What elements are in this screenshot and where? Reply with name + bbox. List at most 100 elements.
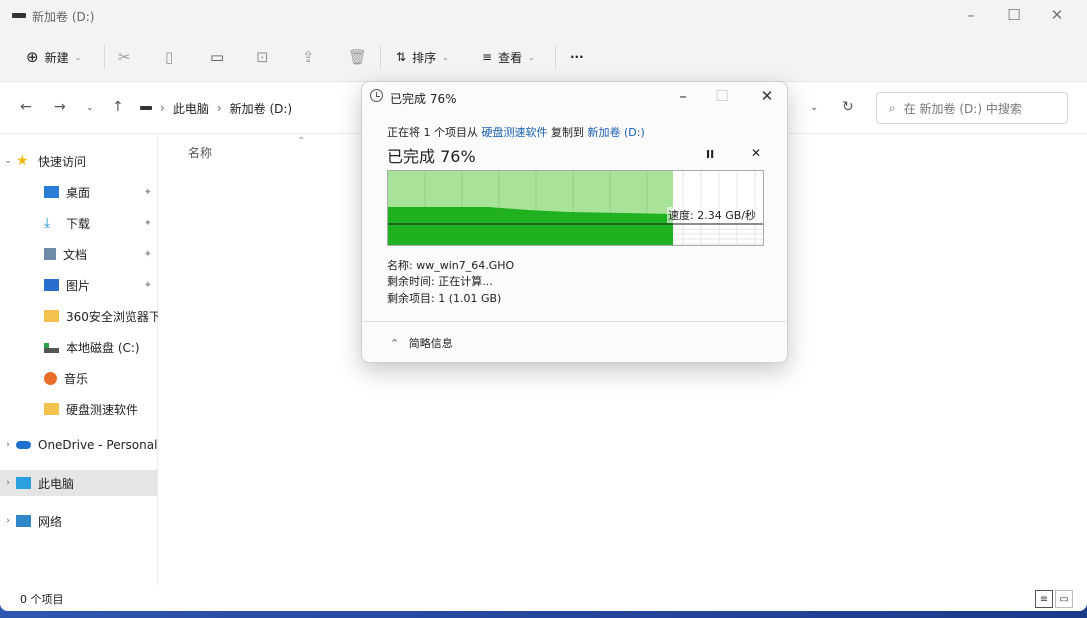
breadcrumb-chevron-icon: › <box>160 101 165 115</box>
quick-access-label: 快速访问 <box>38 154 87 169</box>
dialog-minimize-button[interactable]: – <box>668 86 698 106</box>
destination-link[interactable]: 新加卷 (D:) <box>588 126 645 139</box>
clock-icon <box>370 89 383 102</box>
copy-prefix: 正在将 1 个项目从 <box>387 126 478 139</box>
less-details-toggle[interactable]: ⌃ 简略信息 <box>390 335 453 351</box>
copy-icon[interactable]: ▯ <box>165 46 173 68</box>
pin-icon[interactable]: ✦ <box>144 280 152 291</box>
command-bar: ⊕ 新建 ⌄ ✂ ▯ ▭ ⊡ ⇪ 🗑 ⇅ 排序 ⌄ ≡ 查看 ⌄ ··· <box>0 32 1087 82</box>
cut-icon[interactable]: ✂ <box>118 46 131 68</box>
breadcrumb-this-pc[interactable]: 此电脑 <box>173 100 209 117</box>
search-input[interactable]: ⌕ 在 新加卷 (D:) 中搜索 <box>876 92 1068 124</box>
status-bar: 0 个项目 ≡ ▭ <box>0 586 1087 611</box>
document-icon <box>44 248 56 260</box>
sidebar-item-label: 桌面 <box>66 185 91 200</box>
pin-icon[interactable]: ✦ <box>144 187 152 198</box>
items-remaining: 剩余项目: 1 (1.01 GB) <box>387 292 502 305</box>
chevron-right-icon: › <box>6 516 10 526</box>
sort-label: 排序 <box>412 50 437 65</box>
sort-ascending-icon: ⌃ <box>297 136 306 147</box>
search-placeholder: 在 新加卷 (D:) 中搜索 <box>903 101 1022 116</box>
drive-icon <box>140 106 152 110</box>
item-count: 0 个项目 <box>20 592 64 606</box>
share-icon[interactable]: ⇪ <box>302 46 315 68</box>
sidebar-item-label: 文档 <box>63 247 88 262</box>
more-options-button[interactable]: ··· <box>570 46 584 68</box>
rename-icon[interactable]: ⊡ <box>256 46 269 68</box>
sidebar-item-disk-speed-tools[interactable]: 硬盘测速软件 <box>0 396 158 422</box>
sidebar-item-this-pc[interactable]: › 此电脑 <box>0 470 158 496</box>
folder-icon <box>44 310 59 322</box>
desktop-icon <box>44 186 59 198</box>
time-remaining: 剩余时间: 正在计算... <box>387 275 493 288</box>
view-icon: ≡ <box>482 50 493 64</box>
sidebar-item-onedrive[interactable]: › OneDrive - Personal <box>0 432 158 458</box>
sidebar-item-label: 图片 <box>66 278 91 293</box>
sidebar-item-downloads[interactable]: ⤓ 下载 ✦ <box>0 210 158 236</box>
sidebar-item-desktop[interactable]: 桌面 ✦ <box>0 179 158 205</box>
minimize-button[interactable]: – <box>951 4 991 26</box>
title-bar: 新加卷 (D:) – ☐ ✕ <box>0 0 1087 32</box>
delete-icon[interactable]: 🗑 <box>348 46 367 68</box>
chevron-down-icon: ⌄ <box>528 52 535 62</box>
search-icon: ⌕ <box>889 100 896 115</box>
paste-icon[interactable]: ▭ <box>210 46 224 68</box>
computer-icon <box>16 477 31 489</box>
network-icon <box>16 515 31 527</box>
tiles-view-button[interactable]: ▭ <box>1055 590 1073 608</box>
address-dropdown-icon[interactable]: ⌄ <box>810 102 818 113</box>
speed-label: 速度: 2.34 GB/秒 <box>667 207 757 223</box>
music-icon <box>44 371 57 385</box>
refresh-icon[interactable]: ↻ <box>842 99 854 115</box>
cloud-icon <box>16 441 31 449</box>
view-button[interactable]: ≡ 查看 ⌄ <box>482 46 535 68</box>
window-title: 新加卷 (D:) <box>32 10 95 24</box>
chevron-down-icon: ⌄ <box>442 52 449 62</box>
forward-arrow-icon[interactable]: → <box>54 99 66 115</box>
sidebar-item-label: 网络 <box>38 514 63 529</box>
sidebar-item-pictures[interactable]: 图片 ✦ <box>0 272 158 298</box>
breadcrumb-drive-d[interactable]: 新加卷 (D:) <box>230 100 292 117</box>
drive-icon <box>44 341 59 353</box>
sidebar-item-360-downloads[interactable]: 360安全浏览器下载 <box>0 303 158 329</box>
view-label: 查看 <box>498 50 523 65</box>
close-button[interactable]: ✕ <box>1037 4 1077 26</box>
download-icon: ⤓ <box>44 215 51 231</box>
plus-circle-icon: ⊕ <box>26 48 39 66</box>
recent-chevron-icon[interactable]: ⌄ <box>86 103 94 113</box>
sidebar-item-label: 360安全浏览器下载 <box>66 309 158 324</box>
dialog-maximize-button: ☐ <box>715 87 729 105</box>
transfer-rate-graph: 速度: 2.34 GB/秒 <box>387 170 764 246</box>
up-arrow-icon[interactable]: ↑ <box>112 99 124 115</box>
maximize-button[interactable]: ☐ <box>994 4 1034 26</box>
sidebar-quick-access[interactable]: ⌄ ★ 快速访问 <box>0 148 158 174</box>
new-label: 新建 <box>44 50 69 65</box>
sidebar-item-music[interactable]: 音乐 <box>0 365 158 391</box>
chevron-right-icon: › <box>6 478 10 488</box>
source-link[interactable]: 硬盘测速软件 <box>482 126 548 139</box>
navigation-pane: ⌄ ★ 快速访问 桌面 ✦ ⤓ 下载 ✦ 文档 ✦ 图片 ✦ 360安全浏览器下… <box>0 134 158 586</box>
back-arrow-icon[interactable]: ← <box>20 99 32 115</box>
folder-icon <box>44 403 59 415</box>
sidebar-item-drive-c[interactable]: 本地磁盘 (C:) <box>0 334 158 360</box>
chevron-up-icon: ⌃ <box>390 337 400 350</box>
sort-button[interactable]: ⇅ 排序 ⌄ <box>396 46 449 68</box>
pin-icon[interactable]: ✦ <box>144 249 152 260</box>
file-name: 名称: ww_win7_64.GHO <box>387 259 515 272</box>
copy-progress-dialog: 已完成 76% – ☐ ✕ 正在将 1 个项目从 硬盘测速软件 复制到 新加卷 … <box>361 81 788 363</box>
pictures-icon <box>44 279 59 291</box>
chevron-down-icon: ⌄ <box>4 156 12 166</box>
new-button[interactable]: ⊕ 新建 ⌄ <box>26 46 81 68</box>
pause-button[interactable]: II <box>706 148 714 161</box>
sidebar-item-documents[interactable]: 文档 ✦ <box>0 241 158 267</box>
sidebar-item-label: OneDrive - Personal <box>38 438 158 452</box>
name-column-header[interactable]: 名称 <box>188 144 212 161</box>
dialog-close-button[interactable]: ✕ <box>752 86 782 106</box>
details-view-button[interactable]: ≡ <box>1035 590 1053 608</box>
chevron-down-icon: ⌄ <box>74 52 82 62</box>
star-icon: ★ <box>16 153 29 169</box>
sidebar-item-label: 下载 <box>66 216 91 231</box>
sidebar-item-network[interactable]: › 网络 <box>0 508 158 534</box>
stop-button[interactable]: ✕ <box>751 146 761 160</box>
pin-icon[interactable]: ✦ <box>144 218 152 229</box>
